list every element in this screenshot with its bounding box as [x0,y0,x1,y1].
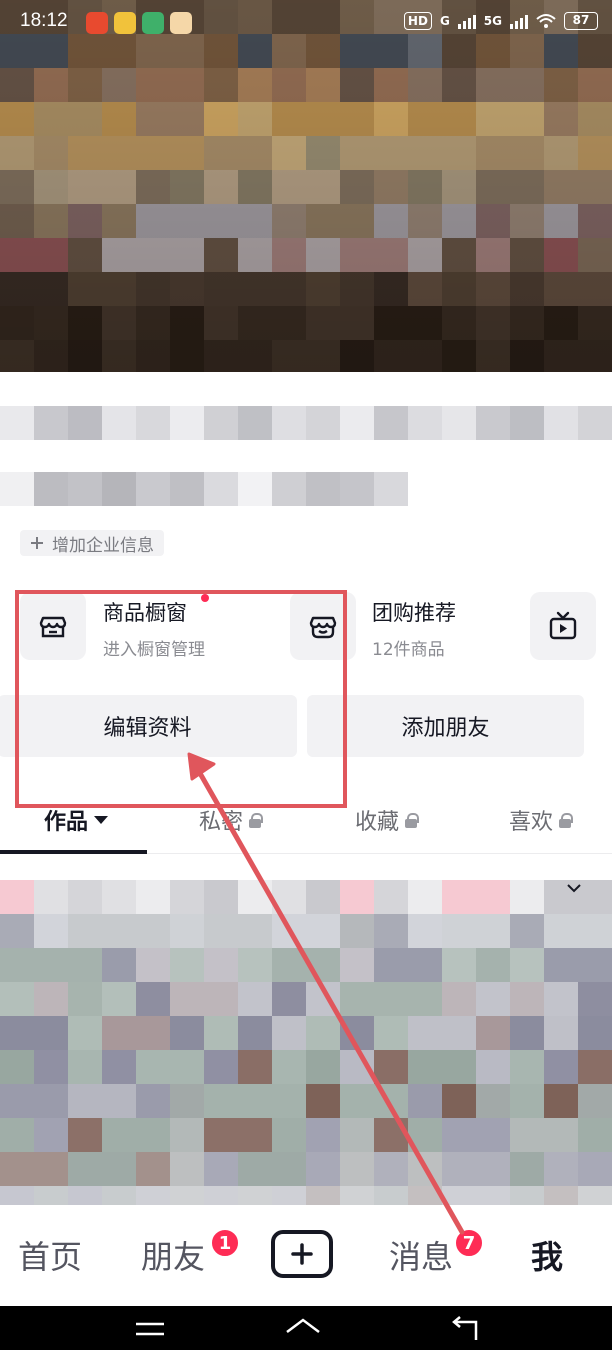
profile-info [0,372,612,592]
shop-basket-icon [309,616,337,639]
tab-likes-label: 喜欢 [509,810,554,835]
bottom-navigation: 首页 朋友 1 消息 7 我 [0,1210,612,1306]
tab-favorites-label: 收藏 [355,810,400,835]
live-card-icon[interactable] [530,592,596,660]
storefront-icon [39,616,67,638]
signal-icon [457,13,476,29]
caret-down-icon [94,816,109,824]
chevron-down-icon[interactable] [566,882,582,894]
back-icon[interactable] [446,1314,486,1344]
tab-private[interactable]: 私密 [199,804,264,836]
add-enterprise-info-button[interactable]: 增加企业信息 [20,530,164,556]
status-right: HD G 5G 87 [403,12,598,30]
nav-me[interactable]: 我 [531,1232,563,1278]
5g-label: 5G [483,14,502,28]
profile-bio [0,472,408,506]
storefront-card-icon[interactable] [20,592,86,660]
add-enterprise-label: 增加企业信息 [52,535,154,556]
hd-indicator: HD [403,12,432,30]
lock-icon [405,813,420,828]
plus-icon [291,1243,313,1265]
app-notification-icon [114,12,136,34]
app-notification-icon [170,12,192,34]
profile-tabs: 作品 私密 收藏 喜欢 [0,796,612,854]
storefront-title[interactable]: 商品橱窗 [103,597,187,627]
lock-icon [249,813,264,828]
profile-name [0,406,612,440]
cover-shade [0,0,612,372]
tab-private-label: 私密 [199,810,244,835]
storefront-subtitle: 进入橱窗管理 [103,640,205,660]
status-app-icons [86,12,192,34]
tv-play-icon [549,611,577,640]
g-label: G [439,14,450,28]
works-feed[interactable] [0,880,612,1205]
plus-icon [31,537,43,549]
battery-icon: 87 [564,12,598,30]
nav-messages[interactable]: 消息 [389,1232,453,1278]
tab-favorites[interactable]: 收藏 [355,804,420,836]
create-post-button[interactable] [271,1230,333,1278]
edit-profile-button[interactable]: 编辑资料 [0,695,297,757]
friends-badge: 1 [210,1228,240,1258]
nav-friends[interactable]: 朋友 [141,1232,205,1278]
tab-active-indicator [0,850,147,854]
system-navigation-bar [0,1306,612,1350]
storefront-new-dot [201,594,209,602]
app-notification-icon [142,12,164,34]
group-buy-subtitle: 12件商品 [372,640,445,660]
status-time: 18:12 [20,10,68,31]
group-buy-card-icon[interactable] [290,592,356,660]
signal-icon [510,13,528,29]
home-icon[interactable] [283,1314,323,1344]
group-buy-title[interactable]: 团购推荐 [372,597,456,627]
menu-icon[interactable] [130,1314,170,1344]
app-notification-icon [86,12,108,34]
tab-likes[interactable]: 喜欢 [509,804,574,836]
tab-works[interactable]: 作品 [44,804,109,836]
wifi-icon [536,14,556,28]
nav-home[interactable]: 首页 [18,1232,82,1278]
profile-cover[interactable]: 18:12 HD G 5G 87 [0,0,612,372]
status-bar: 18:12 HD G 5G 87 [0,0,612,46]
add-friends-button[interactable]: 添加朋友 [307,695,584,757]
feed-thumbnails [0,880,612,1205]
messages-badge: 7 [454,1228,484,1258]
lock-icon [559,813,574,828]
tab-works-label: 作品 [44,810,89,835]
